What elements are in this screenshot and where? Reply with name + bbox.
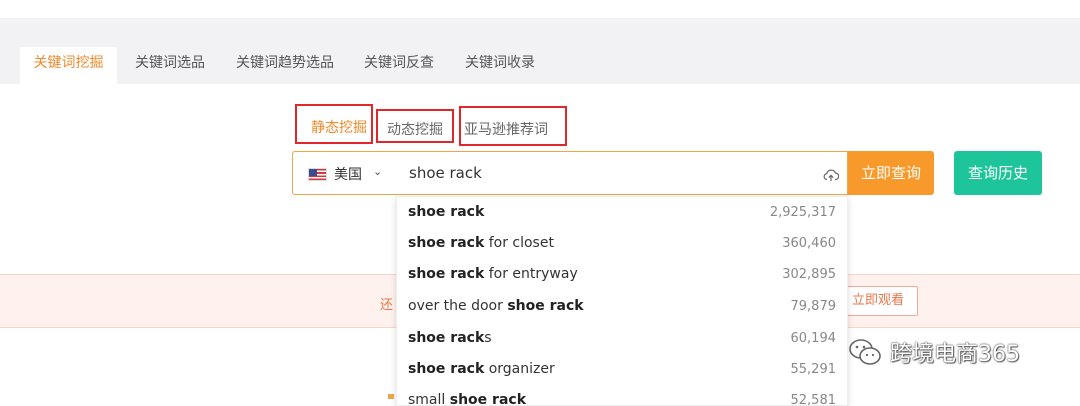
subtab-amazon-recommended-label: 亚马逊推荐词 [464, 122, 548, 138]
watermark: 跨境电商365 [848, 334, 1020, 370]
subtab-static-mining-label: 静态挖掘 [311, 120, 367, 136]
tab-keyword-indexing[interactable]: 关键词收录 [456, 47, 544, 84]
suggestion-count: 2,925,317 [769, 205, 836, 220]
suggestion-count: 60,194 [790, 331, 837, 346]
suggestion-item[interactable]: shoe rack for closet 360,460 [397, 228, 847, 259]
suggestion-item[interactable]: small shoe rack 52,581 [397, 385, 847, 406]
search-box: 美国 ⌄ [292, 151, 848, 195]
suggestion-count: 79,879 [790, 299, 837, 314]
watermark-text: 跨境电商365 [890, 342, 1020, 367]
subtab-dynamic-mining-label: 动态挖掘 [387, 122, 443, 138]
suggestion-term: shoe rack for entryway [408, 266, 578, 282]
decoration [388, 394, 394, 399]
banner-text: 还 [380, 298, 394, 313]
suggestion-term: shoe rack organizer [408, 361, 555, 377]
suggestion-term: shoe racks [408, 330, 492, 346]
watch-now-button[interactable]: 立即观看 [838, 286, 918, 316]
suggestion-term: over the door shoe rack [408, 298, 584, 314]
suggestion-item[interactable]: shoe rack organizer 55,291 [397, 354, 847, 385]
country-select[interactable]: 美国 [334, 164, 362, 184]
upload-icon[interactable] [823, 168, 839, 182]
search-input[interactable] [399, 160, 809, 186]
wechat-icon [849, 339, 881, 365]
tab-keyword-reverse-lookup[interactable]: 关键词反查 [354, 47, 444, 84]
suggestion-item[interactable]: shoe rack 2,925,317 [397, 197, 847, 228]
suggestion-term: shoe rack for closet [408, 235, 554, 251]
query-history-button[interactable]: 查询历史 [954, 151, 1042, 195]
suggestion-count: 302,895 [782, 267, 836, 282]
suggestion-term: shoe rack [408, 204, 485, 220]
tab-keyword-product-selection[interactable]: 关键词选品 [124, 47, 216, 84]
suggestion-item[interactable]: over the door shoe rack 79,879 [397, 291, 847, 322]
us-flag-icon [308, 168, 327, 181]
suggestion-count: 52,581 [790, 393, 837, 406]
suggestion-item[interactable]: shoe rack for entryway 302,895 [397, 259, 847, 290]
suggestion-item[interactable]: shoe racks 60,194 [397, 323, 847, 354]
query-now-button[interactable]: 立即查询 [848, 151, 934, 195]
subtab-dynamic-mining[interactable]: 动态挖掘 [376, 109, 454, 143]
tab-keyword-mining[interactable]: 关键词挖掘 [20, 47, 117, 84]
suggestion-term: small shoe rack [408, 392, 526, 406]
subtab-amazon-recommended[interactable]: 亚马逊推荐词 [459, 106, 567, 146]
suggestion-count: 55,291 [790, 362, 837, 377]
suggestion-count: 360,460 [782, 236, 836, 251]
tab-keyword-trend-selection[interactable]: 关键词趋势选品 [228, 47, 342, 84]
subtab-static-mining[interactable]: 静态挖掘 [295, 104, 373, 144]
chevron-down-icon[interactable]: ⌄ [373, 165, 382, 178]
autocomplete-dropdown: shoe rack 2,925,317 shoe rack for closet… [396, 196, 848, 406]
